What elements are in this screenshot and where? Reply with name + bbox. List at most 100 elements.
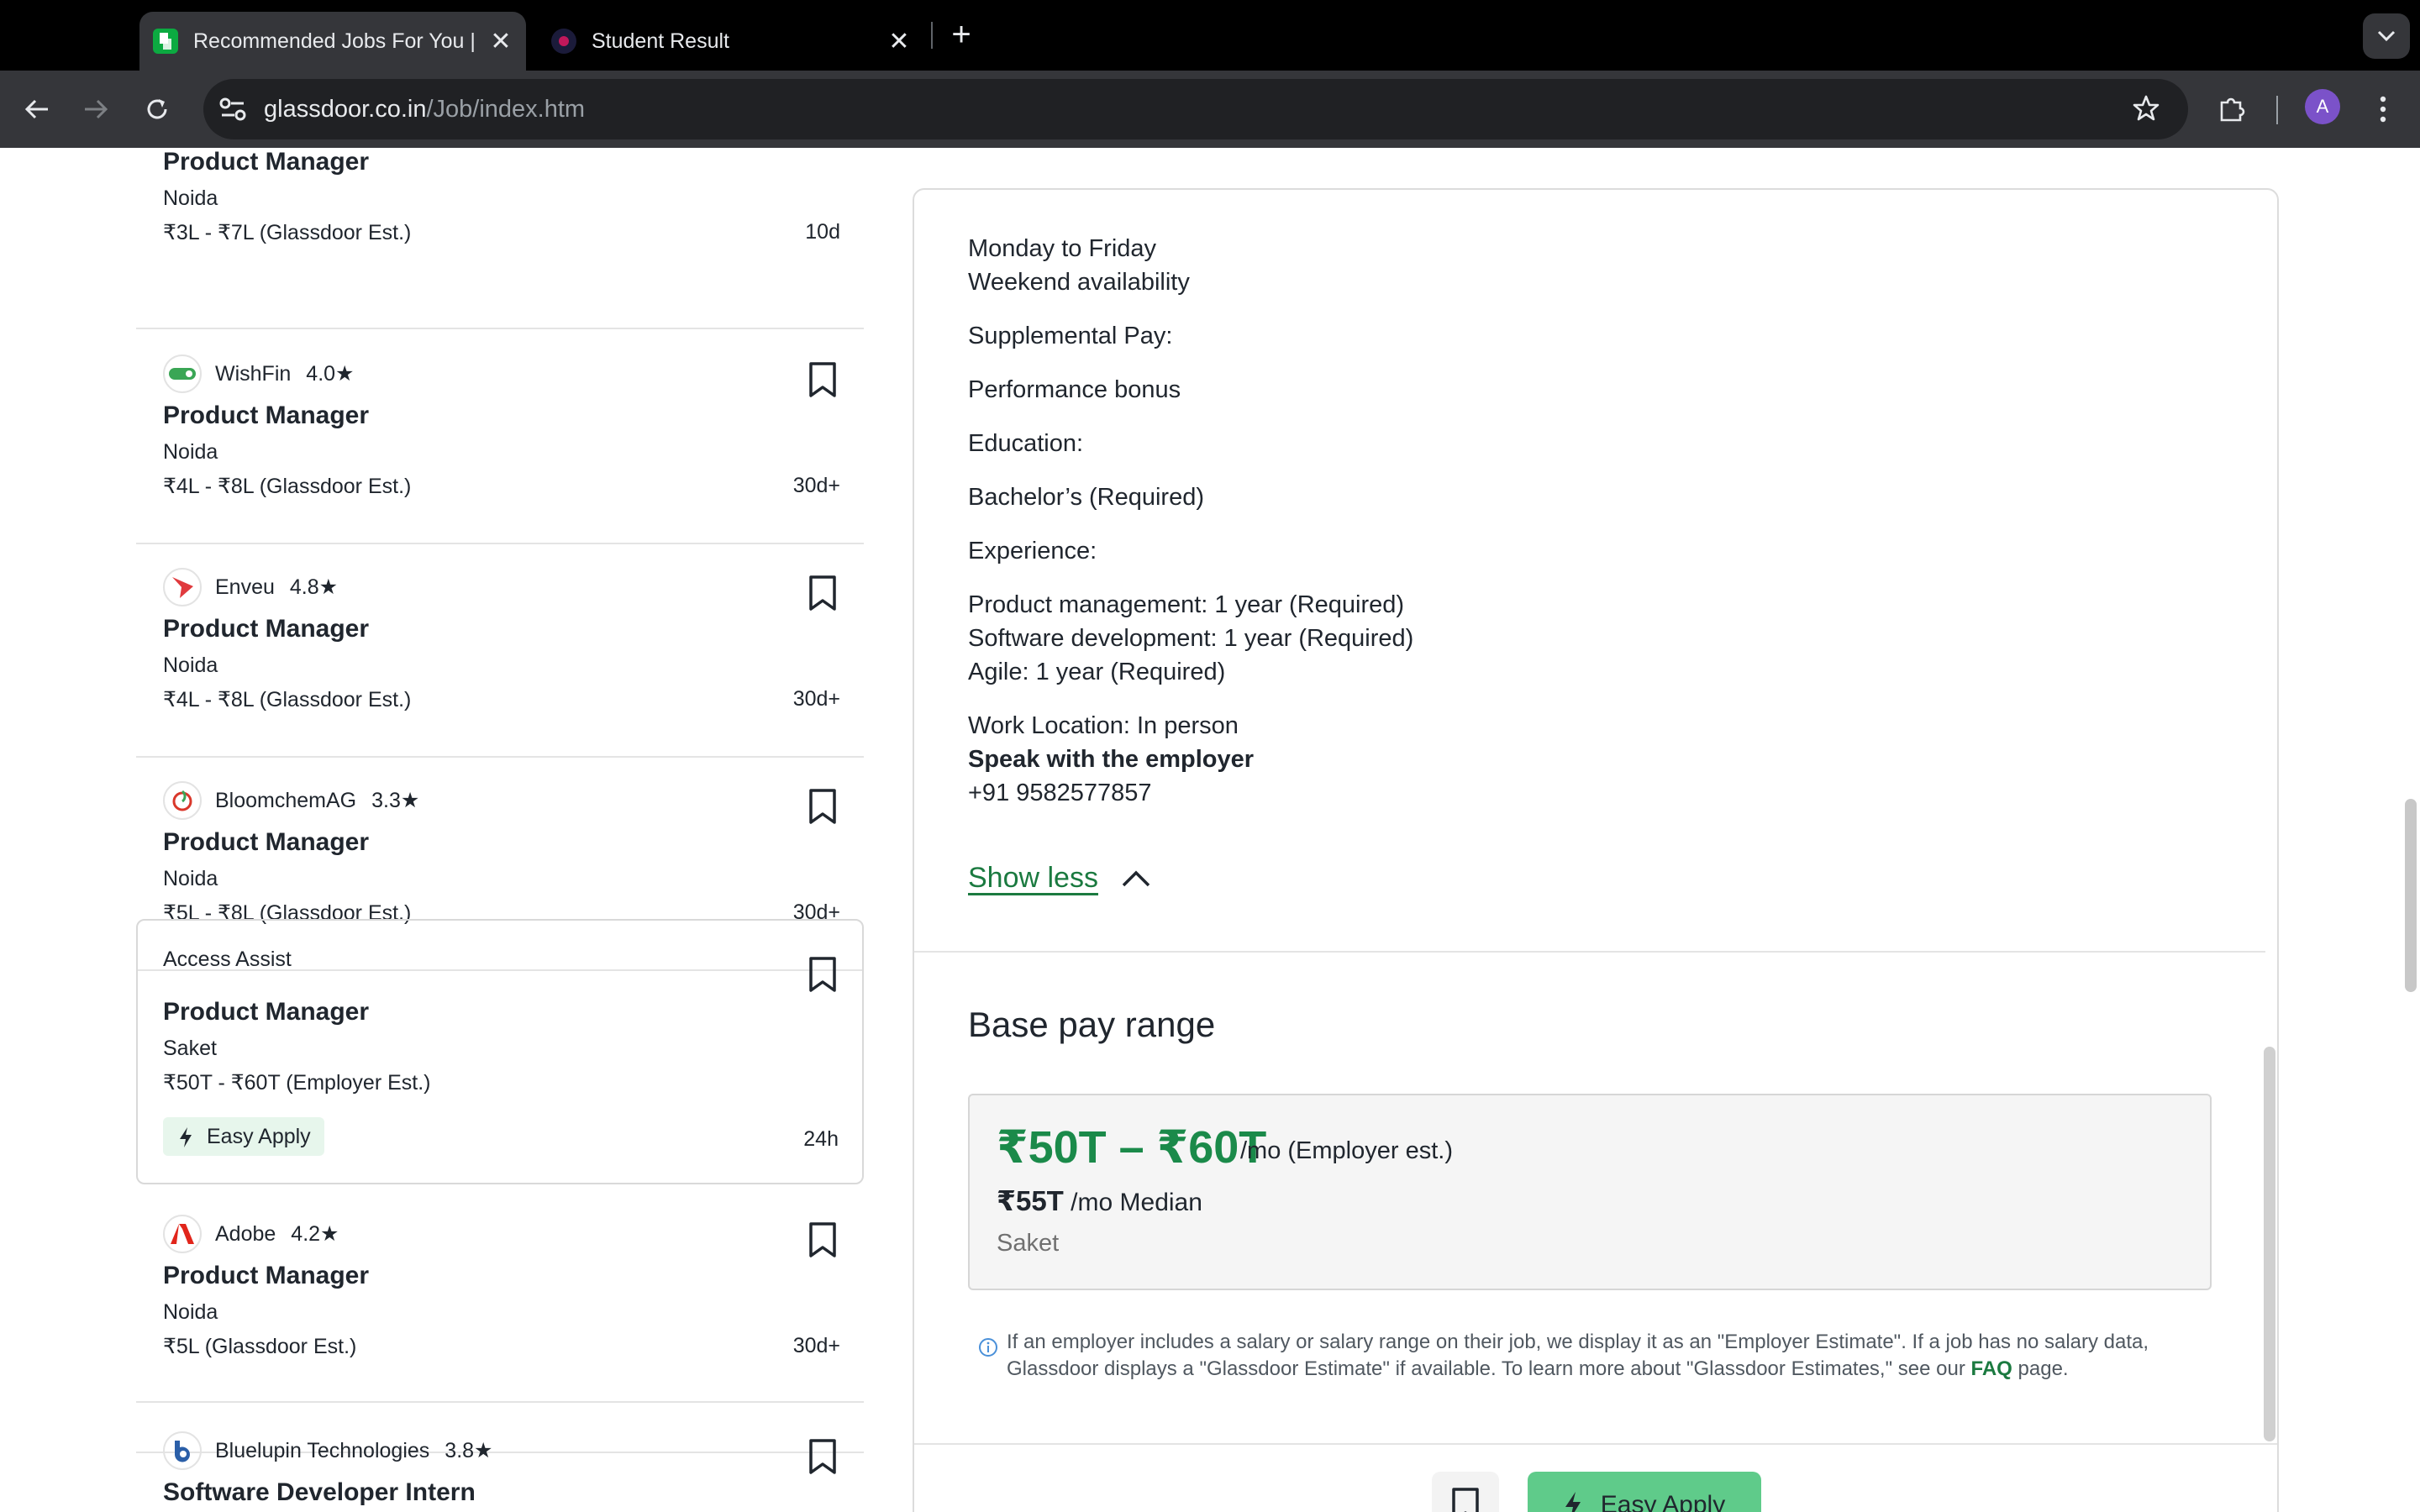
easy-apply-button[interactable]: Easy Apply [1528,1472,1761,1512]
more-menu-icon[interactable] [2363,89,2403,129]
easy-apply-badge: Easy Apply [163,1117,324,1156]
job-salary: ₹4L - ₹8L (Glassdoor Est.) [163,688,412,711]
job-title[interactable]: Product Manager [163,1262,369,1290]
job-card[interactable]: WishFin 4.0★ Product Manager Noida ₹4L -… [136,331,864,544]
bookmark-icon[interactable] [808,361,837,398]
job-age: 30d+ [792,474,840,497]
job-location: Saket [163,1037,217,1060]
pay-median: ₹55T /mo Median [997,1184,1202,1217]
employer-row: WishFin 4.0★ [163,354,354,393]
supplemental-heading: Supplemental Pay: [968,323,1173,349]
wishfin-logo-icon [163,354,202,393]
employer-name[interactable]: Access Assist [163,948,292,972]
enveu-logo-icon [163,568,202,606]
easy-apply-button-label: Easy Apply [1600,1491,1726,1512]
job-title[interactable]: Software Developer Intern [163,1478,476,1507]
profile-avatar[interactable]: A [2305,89,2340,124]
url-path: /Job/index.htm [426,96,586,123]
job-location: Noida [163,654,218,677]
employer-name[interactable]: Enveu [215,575,275,600]
job-location: Noida [163,867,218,890]
job-salary: ₹3L - ₹7L (Glassdoor Est.) [163,221,412,244]
job-title[interactable]: Product Manager [163,998,369,1026]
info-icon [979,1338,997,1357]
employer-row: Enveu 4.8★ [163,568,338,606]
panel-scrollbar[interactable] [2264,1047,2275,1441]
tab-student-result[interactable]: Student Result ✕ [538,12,924,71]
job-age: 24h [803,1127,839,1151]
work-location: Work Location: In person [968,712,1239,739]
experience-line: Agile: 1 year (Required) [968,659,1226,685]
browser-toolbar: glassdoor.co.in/Job/index.htm [0,71,2420,148]
faq-link[interactable]: FAQ [1971,1357,2012,1380]
bluelupin-logo-icon [163,1431,202,1470]
glassdoor-favicon-icon [153,29,178,54]
new-tab-icon[interactable]: + [944,13,978,55]
employer-name[interactable]: Bluelupin Technologies [215,1439,429,1463]
page-content: Product Manager Noida ₹3L - ₹7L (Glassdo… [0,148,2420,1512]
employer-name[interactable]: Adobe [215,1222,276,1247]
job-card[interactable]: Product Manager Noida ₹3L - ₹7L (Glassdo… [136,148,864,329]
median-value: ₹55T [997,1185,1064,1216]
job-card[interactable]: Enveu 4.8★ Product Manager Noida ₹4L - ₹… [136,544,864,758]
job-location: Noida [163,1300,218,1324]
page-scrollbar[interactable] [2405,799,2417,992]
save-job-button[interactable] [1432,1472,1499,1512]
url-text[interactable]: glassdoor.co.in/Job/index.htm [264,79,585,139]
employer-rating: 3.3★ [371,789,420,812]
close-tab-icon[interactable]: ✕ [484,27,518,56]
tab-search-chevron-down-icon[interactable] [2363,13,2410,59]
extensions-puzzle-icon[interactable] [2212,89,2252,129]
employer-row: Adobe 4.2★ [163,1215,339,1253]
bookmark-icon[interactable] [808,1438,837,1475]
easy-apply-label: Easy Apply [207,1125,311,1148]
job-age: 30d+ [792,1334,840,1357]
tab-title: Recommended Jobs For You | [193,29,476,53]
chevron-up-icon[interactable] [1121,869,1151,889]
salary-disclaimer: If an employer includes a salary or sala… [1007,1329,2200,1383]
base-pay-title: Base pay range [968,1005,1216,1044]
experience-line: Product management: 1 year (Required) [968,591,1405,618]
reload-icon[interactable] [137,89,177,129]
job-card-selected[interactable]: Access Assist Product Manager Saket ₹50T… [136,919,864,1184]
education-value: Bachelor’s (Required) [968,484,1205,511]
bookmark-icon[interactable] [808,788,837,825]
address-bar[interactable]: glassdoor.co.in/Job/index.htm [203,79,2188,139]
student-result-favicon-icon [551,29,576,54]
employer-row: Bluelupin Technologies 3.8★ [163,1431,492,1470]
tab-glassdoor[interactable]: Recommended Jobs For You | ✕ [139,12,526,71]
employer-name[interactable]: WishFin [215,362,291,386]
employer-name[interactable]: BloomchemAG [215,789,356,813]
lightning-icon [180,1127,192,1147]
bookmark-star-icon[interactable] [2132,94,2160,127]
bloomchemag-logo-icon [163,781,202,820]
job-title[interactable]: Product Manager [163,828,369,857]
toolbar-separator [2276,96,2278,124]
supplemental-value: Performance bonus [968,376,1181,403]
bookmark-icon[interactable] [808,1221,837,1258]
back-arrow-icon[interactable] [17,89,57,129]
close-tab-icon[interactable]: ✕ [882,27,916,56]
job-salary: ₹5L (Glassdoor Est.) [163,1335,357,1358]
job-age: 10d [805,220,840,244]
pay-range-box: ₹50T – ₹60T /mo (Employer est.) ₹55T /mo… [968,1094,2212,1290]
job-title[interactable]: Product Manager [163,148,369,176]
tab-bar: Recommended Jobs For You | ✕ Student Res… [0,0,2420,71]
schedule-line: Weekend availability [968,269,1190,296]
forward-arrow-icon[interactable] [76,89,116,129]
bookmark-icon[interactable] [808,575,837,612]
bookmark-icon[interactable] [808,956,837,993]
show-less-link[interactable]: Show less [968,862,1098,895]
employer-row: Access Assist [163,948,292,972]
median-label: /mo Median [1071,1189,1202,1216]
adobe-logo-icon [163,1215,202,1253]
job-title[interactable]: Product Manager [163,615,369,643]
section-divider [914,951,2265,953]
pay-range-unit: /mo (Employer est.) [1240,1137,1453,1164]
site-settings-icon[interactable] [218,96,247,127]
job-age: 30d+ [792,687,840,711]
job-card[interactable]: Bluelupin Technologies 3.8★ Software Dev… [136,1401,864,1512]
job-title[interactable]: Product Manager [163,402,369,430]
tab-title: Student Result [592,29,729,53]
schedule-line: Monday to Friday [968,235,1157,262]
